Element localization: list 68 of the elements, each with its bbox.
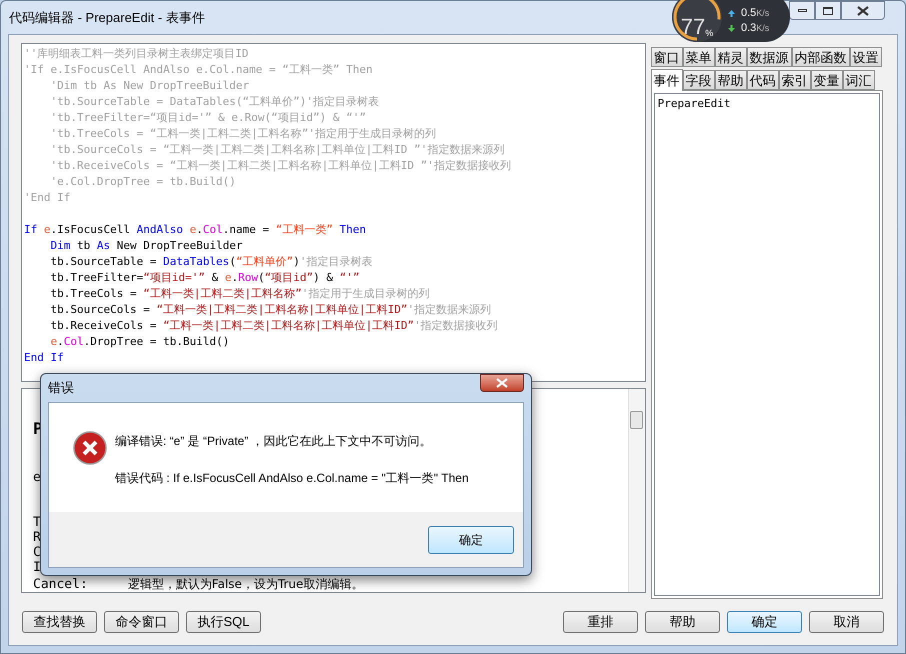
ok-button[interactable]: 确定 — [428, 526, 514, 554]
code-line: If e.IsFocusCell AndAlso e.Col.name = “工料一类” Then — [24, 222, 366, 238]
tab[interactable]: 精灵 — [714, 47, 747, 67]
help-text: e — [33, 470, 41, 485]
maximize-button[interactable] — [815, 1, 841, 20]
help-description: 逻辑型，默认为False，设为True取消编辑。 — [128, 577, 364, 592]
tab[interactable]: 代码 — [746, 70, 779, 90]
minimize-button[interactable] — [789, 1, 815, 20]
close-button[interactable] — [480, 374, 524, 392]
list-item[interactable]: PrepareEdit — [656, 96, 732, 112]
tab[interactable]: 设置 — [850, 47, 882, 67]
download-speed: 0.3K/s — [741, 23, 770, 34]
close-icon — [496, 378, 508, 388]
help-text: I — [33, 560, 41, 575]
code-line: End If — [24, 350, 64, 366]
code-line: tb.TreeFilter=“项目id='” & e.Row(“项目id”) & “'” — [49, 270, 360, 286]
help-text: R — [33, 530, 41, 545]
code-line: 'Dim tb As New DropTreeBuilder — [49, 78, 250, 94]
tab[interactable]: 变量 — [810, 70, 843, 90]
code-line: ''库明细表工料一类列目录树主表绑定项目ID — [24, 46, 248, 62]
down-arrow-icon — [728, 25, 735, 32]
code-line: tb.SourceTable = DataTables(“工料单价”)'指定目录树表 — [49, 254, 372, 270]
button[interactable]: 执行SQL — [186, 611, 261, 633]
tab[interactable]: 字段 — [682, 70, 715, 90]
tab[interactable]: 内部函数 — [792, 47, 850, 67]
error-icon — [73, 431, 107, 465]
tab[interactable]: 事件 — [650, 69, 683, 91]
gauge-ring — [672, 0, 722, 42]
button[interactable]: 命令窗口 — [104, 611, 179, 633]
button[interactable]: 确定 — [727, 611, 802, 633]
tab[interactable]: 菜单 — [682, 47, 715, 67]
help-text: T — [33, 515, 41, 530]
scrollbar[interactable] — [628, 389, 645, 592]
button[interactable]: 取消 — [809, 611, 884, 633]
gauge-value: 77 — [680, 16, 706, 38]
code-line: tb.TreeCols = “工料一类|工料二类|工料名称”'指定用于生成目录树的列 — [49, 286, 430, 302]
up-arrow-icon — [728, 10, 735, 17]
tab[interactable]: 数据源 — [746, 47, 792, 67]
tab[interactable]: 帮助 — [714, 70, 747, 90]
gauge-unit: % — [705, 29, 714, 38]
code-line: tb.SourceCols = “工料一类|工料二类|工料名称|工料单位|工料ID”'指定数据来源列 — [49, 302, 492, 318]
tab[interactable]: 窗口 — [650, 47, 683, 67]
code-line: 'tb.TreeFilter=“项目id='” & e.Row(“项目id”) & “'” — [49, 110, 366, 126]
code-line: 'tb.SourceCols = “工料一类|工料二类|工料名称|工料单位|工料ID ”'指定数据来源列 — [49, 142, 504, 158]
button[interactable]: 帮助 — [645, 611, 720, 633]
code-line: 'End If — [24, 190, 70, 206]
code-editor[interactable] — [21, 43, 646, 382]
code-line: 'tb.ReceiveCols = “工料一类|工料二类|工料名称|工料单位|工料ID ”'指定数据接收列 — [49, 158, 511, 174]
button[interactable]: 重排 — [563, 611, 638, 633]
code-line: 'e.Col.DropTree = tb.Build() — [49, 174, 236, 190]
dialog-title: 错误 — [48, 379, 74, 398]
code-line: 'If e.IsFocusCell AndAlso e.Col.name = “工料一类” Then — [24, 62, 373, 78]
error-message: 编译错误: “e” 是 “Private” ，因此它在此上下文中不可访问。 — [115, 433, 433, 450]
code-line: 'tb.SourceTable = DataTables(“工料单价”)'指定目录树表 — [49, 94, 380, 110]
help-term: Cancel: — [33, 577, 88, 592]
button[interactable]: 查找替换 — [22, 611, 97, 633]
code-line: 'tb.TreeCols = “工料一类|工料二类|工料名称”'指定用于生成目录树的列 — [49, 126, 436, 142]
tab[interactable]: 索引 — [778, 70, 811, 90]
window-title: 代码编辑器 - PrepareEdit - 表事件 — [9, 8, 205, 27]
code-line: Dim tb As New DropTreeBuilder — [49, 238, 243, 254]
close-button[interactable] — [841, 1, 885, 20]
close-icon — [857, 6, 869, 16]
help-text: C — [33, 545, 41, 560]
tab[interactable]: 词汇 — [842, 70, 875, 90]
code-line: e.Col.DropTree = tb.Build() — [49, 334, 230, 350]
code-line: tb.ReceiveCols = “工料一类|工料二类|工料名称|工料单位|工料ID”'指定数据接收列 — [49, 318, 498, 334]
error-code: 错误代码 : If e.IsFocusCell AndAlso e.Col.name = "工料一类" Then — [115, 470, 469, 487]
upload-speed: 0.5K/s — [741, 8, 770, 19]
